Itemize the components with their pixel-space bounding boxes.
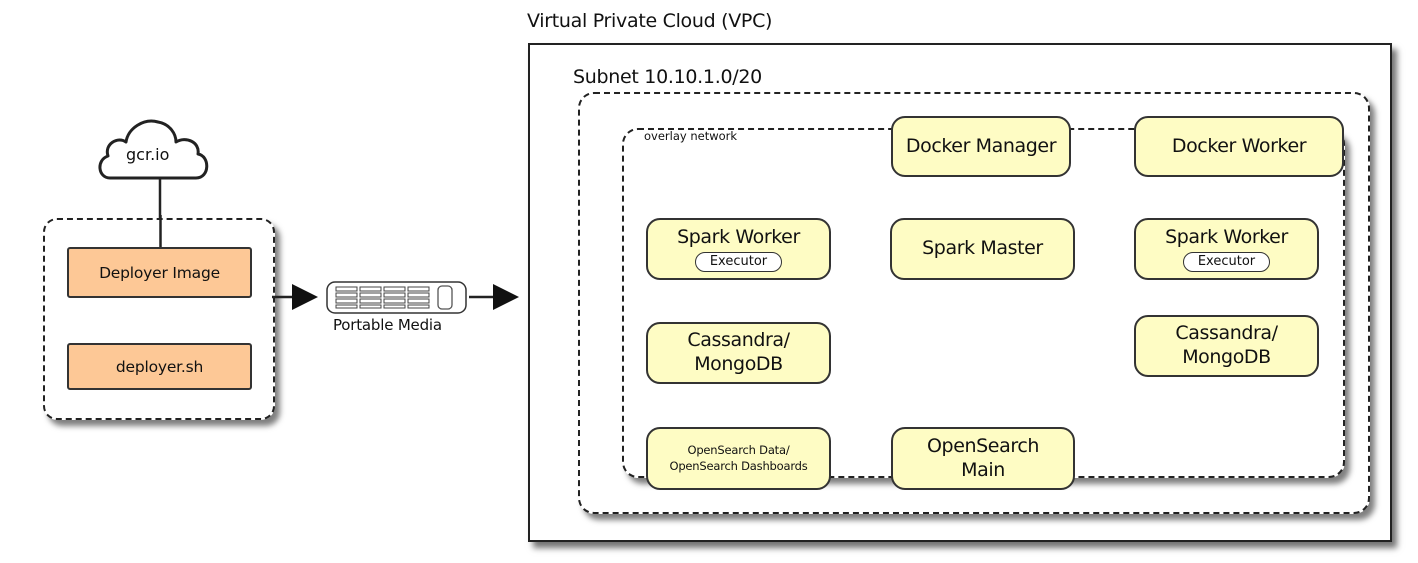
cassandra-label: Cassandra/ bbox=[1175, 322, 1278, 345]
opensearch-main-node: OpenSearch Main bbox=[891, 427, 1075, 490]
spark-master-node: Spark Master bbox=[890, 218, 1075, 280]
registry-connector-inner bbox=[159, 215, 162, 249]
deployer-image-label: Deployer Image bbox=[99, 263, 220, 282]
opensearch-data-node: OpenSearch Data/ OpenSearch Dashboards bbox=[646, 427, 831, 490]
subnet-title: Subnet 10.10.1.0/20 bbox=[573, 66, 762, 88]
mongodb-label: MongoDB bbox=[1182, 346, 1271, 368]
mongodb-label: MongoDB bbox=[694, 353, 783, 375]
portable-media-label: Portable Media bbox=[333, 316, 442, 334]
cassandra-mongodb-node: Cassandra/ MongoDB bbox=[646, 322, 831, 384]
arrowhead-icon bbox=[493, 284, 519, 310]
deployer-script-node: deployer.sh bbox=[67, 343, 252, 390]
docker-manager-label: Docker Manager bbox=[905, 134, 1057, 157]
overlay-network-label: overlay network bbox=[644, 129, 738, 143]
opensearch-dashboards-label: OpenSearch Dashboards bbox=[669, 458, 808, 473]
spark-worker-node: Spark Worker Executor bbox=[1134, 218, 1319, 280]
deployer-image-node: Deployer Image bbox=[67, 247, 252, 298]
spark-worker-label: Spark Worker bbox=[1165, 226, 1288, 249]
spark-worker-label: Spark Worker bbox=[677, 226, 800, 249]
arrowhead-icon bbox=[292, 284, 318, 310]
executor-badge: Executor bbox=[1182, 251, 1271, 272]
cassandra-mongodb-node: Cassandra/ MongoDB bbox=[1134, 315, 1319, 377]
portable-media-icon bbox=[326, 281, 467, 314]
opensearch-data-label: OpenSearch Data/ bbox=[687, 442, 790, 457]
deployer-script-label: deployer.sh bbox=[115, 357, 204, 376]
docker-worker-node: Docker Worker bbox=[1134, 116, 1344, 177]
spark-master-label: Spark Master bbox=[922, 237, 1043, 260]
opensearch-main-label-line1: OpenSearch bbox=[926, 434, 1040, 457]
arrow-to-vpc bbox=[469, 284, 519, 310]
executor-badge: Executor bbox=[694, 251, 783, 272]
docker-manager-node: Docker Manager bbox=[891, 116, 1071, 177]
overlay-network-container bbox=[622, 128, 1345, 478]
registry-label: gcr.io bbox=[126, 145, 170, 164]
arrow-to-media bbox=[272, 284, 318, 310]
docker-worker-label: Docker Worker bbox=[1171, 134, 1307, 157]
opensearch-main-label-line2: Main bbox=[961, 458, 1005, 481]
cassandra-label: Cassandra/ bbox=[687, 329, 790, 352]
spark-worker-node: Spark Worker Executor bbox=[646, 218, 831, 280]
vpc-title: Virtual Private Cloud (VPC) bbox=[527, 10, 773, 32]
